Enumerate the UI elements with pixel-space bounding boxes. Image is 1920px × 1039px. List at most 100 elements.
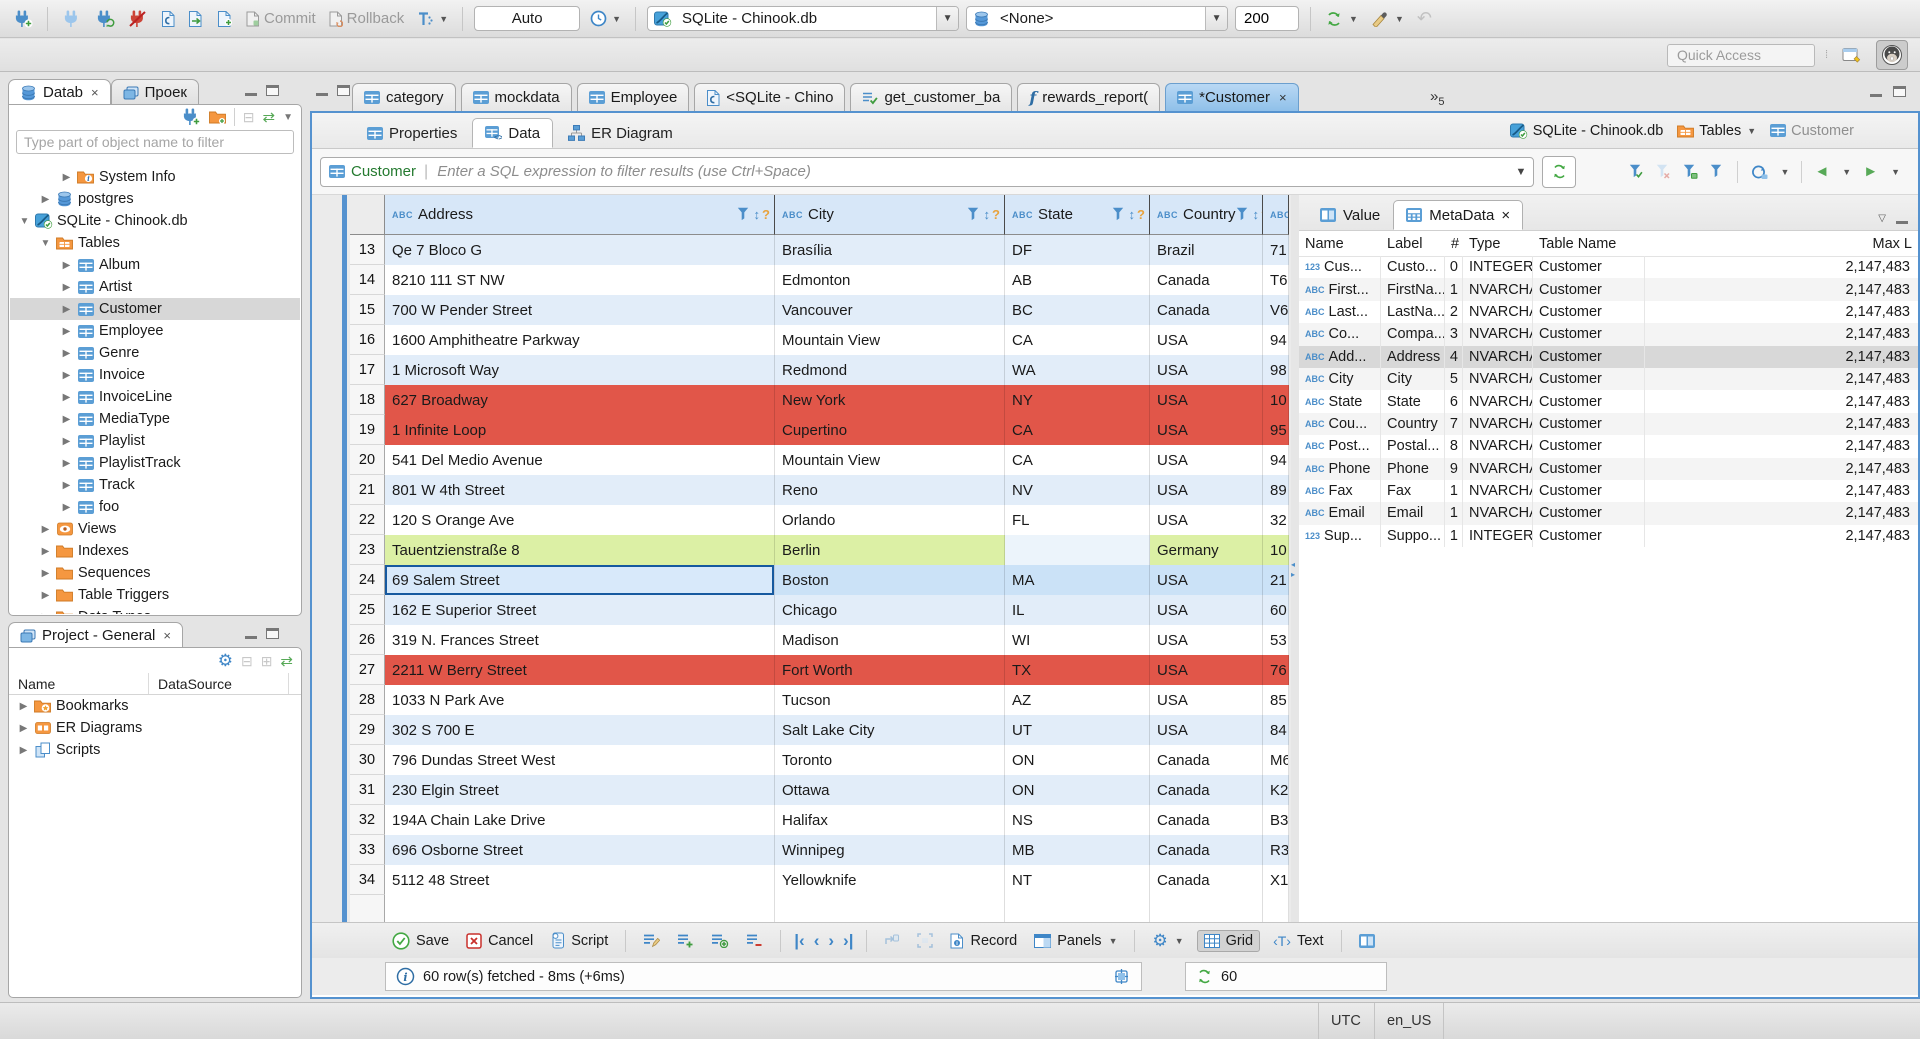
cell-city[interactable]: Mountain View — [775, 325, 1005, 355]
tab-project-general[interactable]: Project - General × — [8, 622, 183, 648]
expand-all-icon[interactable]: ⊞ — [261, 653, 273, 670]
maximize-icon[interactable] — [266, 628, 279, 639]
custom-filter-icon[interactable] — [1710, 164, 1725, 179]
reconnect-button[interactable] — [92, 7, 118, 31]
cell-state[interactable]: AB — [1005, 265, 1150, 295]
editor-tab-mockdata[interactable]: mockdata — [460, 83, 572, 111]
column-info-icon[interactable]: ? — [992, 207, 1000, 222]
collapse-all-icon[interactable]: ⊟ — [243, 109, 255, 126]
row-number[interactable]: 26 — [350, 625, 385, 655]
tree-item-views[interactable]: ▶ Views — [10, 518, 300, 540]
row-number[interactable]: 25 — [350, 595, 385, 625]
tree-item-album[interactable]: ▶ Album — [10, 254, 300, 276]
row-number[interactable]: 16 — [350, 325, 385, 355]
cell-state[interactable]: CA — [1005, 325, 1150, 355]
cell-postalcode[interactable]: 95 — [1263, 415, 1289, 445]
column-info-icon[interactable]: ? — [762, 207, 770, 222]
cell-city[interactable]: Toronto — [775, 745, 1005, 775]
cell-state[interactable]: TX — [1005, 655, 1150, 685]
cell-address[interactable]: 8210 111 ST NW — [385, 265, 775, 295]
row-number[interactable]: 28 — [350, 685, 385, 715]
object-filter-input[interactable] — [16, 130, 294, 154]
cell-address[interactable]: 1 Microsoft Way — [385, 355, 775, 385]
filter-funnel-icon[interactable] — [967, 207, 982, 222]
minimize-icon[interactable] — [1870, 88, 1882, 97]
cell-address[interactable]: 302 S 700 E — [385, 715, 775, 745]
expand-arrow-icon[interactable]: ▶ — [17, 701, 30, 712]
view-menu-icon[interactable]: ▽ — [1878, 213, 1886, 224]
column-header-datasource[interactable]: DataSource — [149, 673, 289, 694]
cell-city[interactable]: Chicago — [775, 595, 1005, 625]
tree-item-invoice[interactable]: ▶ Invoice — [10, 364, 300, 386]
meta-column-header-max-l[interactable]: Max L — [1645, 236, 1914, 252]
tree-item-table-triggers[interactable]: ▶ Table Triggers — [10, 584, 300, 606]
cell-country[interactable]: USA — [1150, 415, 1263, 445]
expand-arrow-icon[interactable]: ▶ — [60, 458, 73, 469]
commit-button[interactable]: Commit — [243, 7, 319, 30]
row-number[interactable]: 17 — [350, 355, 385, 385]
row-number[interactable]: 30 — [350, 745, 385, 775]
dbeaver-perspective-button[interactable] — [1876, 40, 1908, 70]
row-number[interactable]: 15 — [350, 295, 385, 325]
tree-item-sequences[interactable]: ▶ Sequences — [10, 562, 300, 584]
connect-button[interactable] — [59, 7, 85, 31]
text-view-button[interactable]: ‹T› Text — [1269, 930, 1327, 952]
auto-refresh-icon[interactable] — [1750, 164, 1768, 180]
new-connection-button[interactable] — [10, 7, 36, 31]
compare-button[interactable]: ▼ — [1368, 7, 1407, 30]
cell-country[interactable] — [1150, 895, 1263, 922]
row-number[interactable] — [350, 895, 385, 922]
tree-item-playlist[interactable]: ▶ Playlist — [10, 430, 300, 452]
tree-item-genre[interactable]: ▶ Genre — [10, 342, 300, 364]
expand-arrow-icon[interactable]: ▶ — [39, 194, 52, 205]
calc-panel-icon[interactable] — [1112, 968, 1131, 985]
expand-arrow-icon[interactable]: ▶ — [60, 392, 73, 403]
cell-state[interactable]: MA — [1005, 565, 1150, 595]
metadata-row-suppo[interactable]: 123 Sup... Suppo... 1 INTEGER Customer 2,147,4… — [1299, 524, 1918, 548]
column-header-country[interactable]: ABCCountry↕? — [1150, 195, 1263, 235]
cell-address[interactable]: 1033 N Park Ave — [385, 685, 775, 715]
cell-country[interactable]: USA — [1150, 385, 1263, 415]
cell-postalcode[interactable]: 71 — [1263, 235, 1289, 265]
cell-postalcode[interactable]: V6 — [1263, 295, 1289, 325]
sort-icon[interactable]: ↕ — [1253, 207, 1260, 222]
cell-address[interactable]: 319 N. Frances Street — [385, 625, 775, 655]
minimize-icon[interactable] — [245, 87, 257, 96]
open-sql-script-button[interactable] — [185, 8, 207, 30]
cell-postalcode[interactable]: R3 — [1263, 835, 1289, 865]
disconnect-button[interactable] — [125, 7, 151, 31]
grid-corner-cell[interactable] — [350, 195, 385, 235]
expand-arrow-icon[interactable]: ▶ — [60, 348, 73, 359]
cell-city[interactable]: Vancouver — [775, 295, 1005, 325]
cell-city[interactable]: Boston — [775, 565, 1005, 595]
save-button[interactable]: Save — [388, 929, 453, 953]
expand-arrow-icon[interactable]: ▶ — [39, 568, 52, 579]
cell-address[interactable]: 230 Elgin Street — [385, 775, 775, 805]
tab-er-diagram[interactable]: ER Diagram — [555, 118, 686, 148]
cancel-button[interactable]: Cancel — [462, 930, 537, 952]
view-menu-icon[interactable]: ▼ — [283, 112, 293, 123]
link-with-editor-icon[interactable]: ⇄ — [280, 652, 293, 670]
editor-tab-sqlite-chino[interactable]: <SQLite - Chino — [694, 83, 846, 111]
row-number[interactable]: 24 — [350, 565, 385, 595]
breadcrumb-customer[interactable]: Customer — [1770, 123, 1854, 139]
cell-address[interactable]: 1 Infinite Loop — [385, 415, 775, 445]
row-number[interactable]: 32 — [350, 805, 385, 835]
expand-arrow-icon[interactable]: ▶ — [60, 414, 73, 425]
column-header-state[interactable]: ABC State ↕? — [1005, 195, 1150, 235]
expand-arrow-icon[interactable]: ▶ — [60, 370, 73, 381]
tab-database-navigator[interactable]: Datab × — [8, 79, 111, 105]
connection-selector[interactable]: SQLite - Chinook.db ▼ — [647, 6, 960, 31]
row-number[interactable]: 21 — [350, 475, 385, 505]
expand-arrow-icon[interactable]: ▶ — [17, 723, 30, 734]
project-item-er-diagrams[interactable]: ▶ ER Diagrams — [9, 717, 301, 739]
collapse-right-icon[interactable]: ▸ — [1291, 571, 1295, 579]
cell-city[interactable]: Edmonton — [775, 265, 1005, 295]
cell-state[interactable]: WA — [1005, 355, 1150, 385]
goto-row-button[interactable] — [880, 930, 904, 951]
cell-postalcode[interactable]: 98 — [1263, 355, 1289, 385]
close-icon[interactable]: × — [91, 85, 99, 100]
back-arrow-icon[interactable]: ◄ — [1814, 163, 1829, 180]
tab-projects[interactable]: Проек — [110, 79, 199, 105]
cell-city[interactable]: Brasília — [775, 235, 1005, 265]
